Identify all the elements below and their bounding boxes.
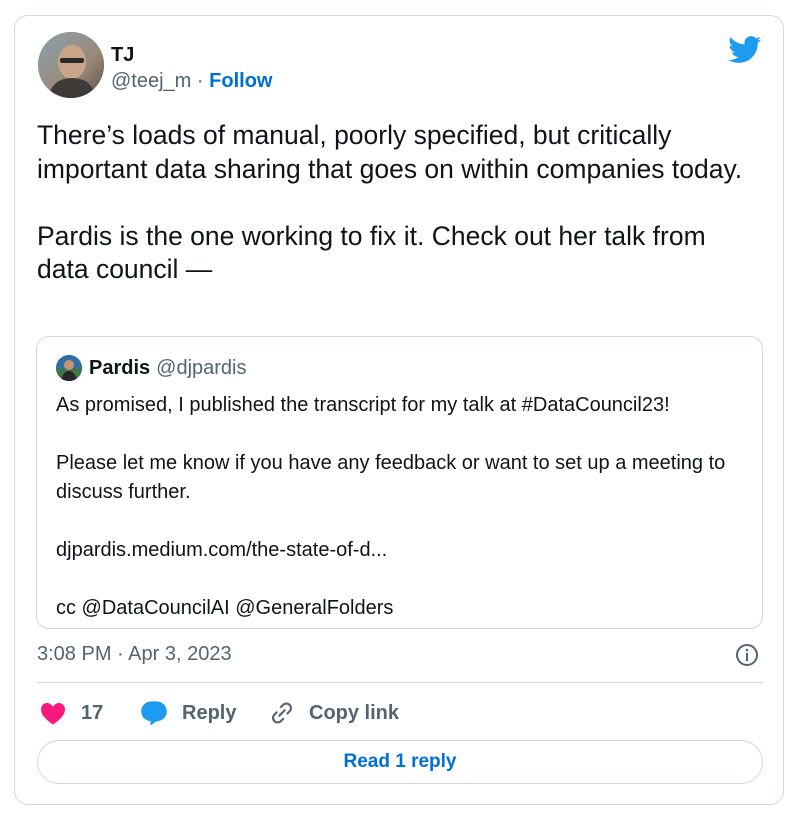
quoted-link: djpardis.medium.com/the-state-of-d... bbox=[56, 539, 388, 561]
quoted-tweet[interactable]: Pardis @djpardis As promised, I published… bbox=[36, 336, 763, 629]
tweet-card: TJ @teej_m · Follow There’s loads of man… bbox=[14, 15, 784, 805]
reply-button[interactable]: Reply bbox=[140, 699, 236, 727]
quoted-author-handle: @djpardis bbox=[156, 357, 247, 379]
tweet-paragraph: There’s loads of manual, poorly specifie… bbox=[37, 120, 743, 184]
divider bbox=[37, 682, 763, 683]
quoted-paragraph: As promised, I published the transcript … bbox=[56, 394, 670, 416]
copy-link-button[interactable]: Copy link bbox=[269, 699, 399, 727]
copy-link-label: Copy link bbox=[309, 701, 400, 724]
author-handle-line: @teej_m · Follow bbox=[111, 70, 272, 93]
author-name[interactable]: TJ bbox=[111, 44, 134, 67]
info-icon[interactable] bbox=[735, 643, 759, 667]
handle-separator: · bbox=[196, 70, 204, 92]
link-icon bbox=[272, 702, 292, 724]
twitter-bird-icon[interactable] bbox=[728, 36, 762, 64]
quoted-paragraph: cc @DataCouncilAI @GeneralFolders bbox=[56, 597, 394, 619]
quoted-author-avatar bbox=[56, 355, 82, 381]
quoted-author-line: Pardis @djpardis bbox=[89, 357, 247, 380]
heart-icon bbox=[41, 702, 65, 725]
like-count: 17 bbox=[81, 701, 104, 724]
reply-bubble-icon bbox=[141, 701, 167, 726]
like-button[interactable]: 17 bbox=[39, 699, 103, 727]
read-replies-button[interactable]: Read 1 reply bbox=[37, 740, 763, 784]
follow-button[interactable]: Follow bbox=[209, 70, 272, 92]
tweet-paragraph: Pardis is the one working to fix it. Che… bbox=[37, 220, 706, 285]
author-handle[interactable]: @teej_m bbox=[111, 70, 191, 92]
quoted-tweet-text: As promised, I published the transcript … bbox=[56, 391, 746, 623]
author-avatar[interactable] bbox=[38, 32, 104, 98]
quoted-paragraph: Please let me know if you have any feedb… bbox=[56, 452, 726, 503]
quoted-author-name: Pardis bbox=[89, 357, 151, 379]
tweet-timestamp[interactable]: 3:08 PM · Apr 3, 2023 bbox=[37, 643, 232, 666]
reply-label: Reply bbox=[182, 701, 237, 724]
tweet-text: There’s loads of manual, poorly specifie… bbox=[37, 119, 757, 287]
